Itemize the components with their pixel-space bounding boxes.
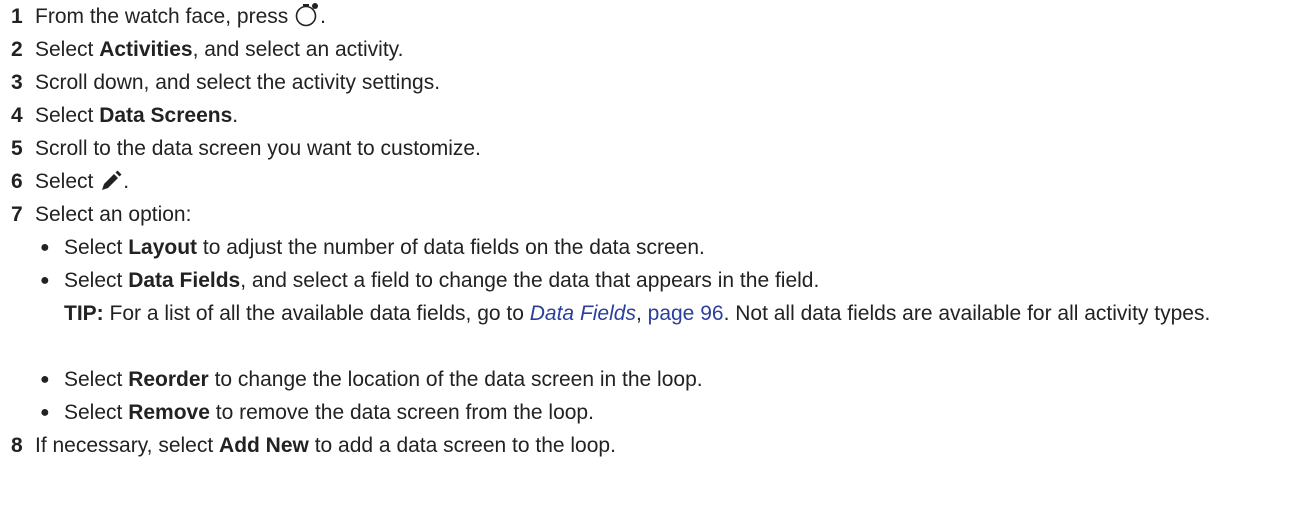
step-text: Select [35, 104, 100, 127]
step-text-end: to add a data screen to the loop. [308, 434, 616, 457]
step-8: 8 If necessary, select Add New to add a … [11, 429, 1286, 462]
data-fields-link[interactable]: Data Fields [530, 302, 636, 325]
menu-item-layout: Layout [128, 236, 198, 259]
step-number: 6 [11, 170, 23, 193]
option-text-end: to adjust the number of data fields on t… [197, 236, 705, 259]
step-3: 3 Scroll down, and select the activity s… [11, 66, 1286, 99]
step-7: 7 Select an option: [11, 198, 1286, 231]
menu-item-data-fields: Data Fields [128, 269, 241, 292]
menu-item-remove: Remove [128, 401, 210, 424]
tip-note: TIP: For a list of all the available dat… [64, 297, 1286, 363]
step-1: 1 From the watch face, press . [11, 0, 1286, 33]
option-reorder: ● Select Reorder to change the location … [11, 363, 1286, 396]
option-text-end: , and select a field to change the data … [240, 269, 820, 292]
step-6: 6 Select . [11, 165, 1286, 198]
option-text: Select [64, 269, 129, 292]
step-text: From the watch face, press [35, 5, 295, 28]
step-number: 8 [11, 434, 23, 457]
step-text-end: . [123, 170, 130, 193]
step-text-end: , and select an activity. [192, 38, 404, 61]
menu-item-add-new: Add New [219, 434, 309, 457]
option-text: Select [64, 236, 129, 259]
option-text: Select [64, 368, 129, 391]
option-text: Select [64, 401, 129, 424]
page-link[interactable]: page 96 [648, 302, 724, 325]
option-layout: ● Select Layout to adjust the number of … [11, 231, 1286, 264]
step-text: Scroll down, and select the activity set… [35, 71, 441, 94]
step-number: 7 [11, 203, 23, 226]
option-remove: ● Select Remove to remove the data scree… [11, 396, 1286, 429]
step-text-end: . [232, 104, 239, 127]
step-4: 4 Select Data Screens. [11, 99, 1286, 132]
step-number: 5 [11, 137, 23, 160]
option-text-end: to remove the data screen from the loop. [209, 401, 594, 424]
step-number: 4 [11, 104, 23, 127]
bullet-icon: ● [40, 272, 50, 289]
tip-label: TIP: [64, 302, 104, 325]
instruction-steps: 1 From the watch face, press . 2 Select … [11, 0, 1286, 462]
tip-text-end: . Not all data fields are available for … [723, 302, 1211, 325]
bullet-icon: ● [40, 404, 50, 421]
tip-text: For a list of all the available data fie… [103, 302, 530, 325]
step-number: 3 [11, 71, 23, 94]
menu-item-activities: Activities [99, 38, 193, 61]
step-text: Select an option: [35, 203, 192, 226]
bullet-icon: ● [40, 371, 50, 388]
menu-item-data-screens: Data Screens [99, 104, 233, 127]
step-5: 5 Scroll to the data screen you want to … [11, 132, 1286, 165]
step-number: 2 [11, 38, 23, 61]
tip-comma: , [635, 302, 648, 325]
step-text-end: . [320, 5, 326, 28]
step-text: Select [35, 38, 100, 61]
option-text-end: to change the location of the data scree… [208, 368, 703, 391]
step-number: 1 [11, 5, 23, 28]
step-2: 2 Select Activities, and select an activ… [11, 33, 1286, 66]
menu-item-reorder: Reorder [128, 368, 209, 391]
step-text: Scroll to the data screen you want to cu… [35, 137, 481, 160]
step-text: If necessary, select [35, 434, 220, 457]
option-data-fields: ● Select Data Fields, and select a field… [11, 264, 1286, 297]
step-text: Select [35, 170, 100, 193]
bullet-icon: ● [40, 239, 50, 256]
